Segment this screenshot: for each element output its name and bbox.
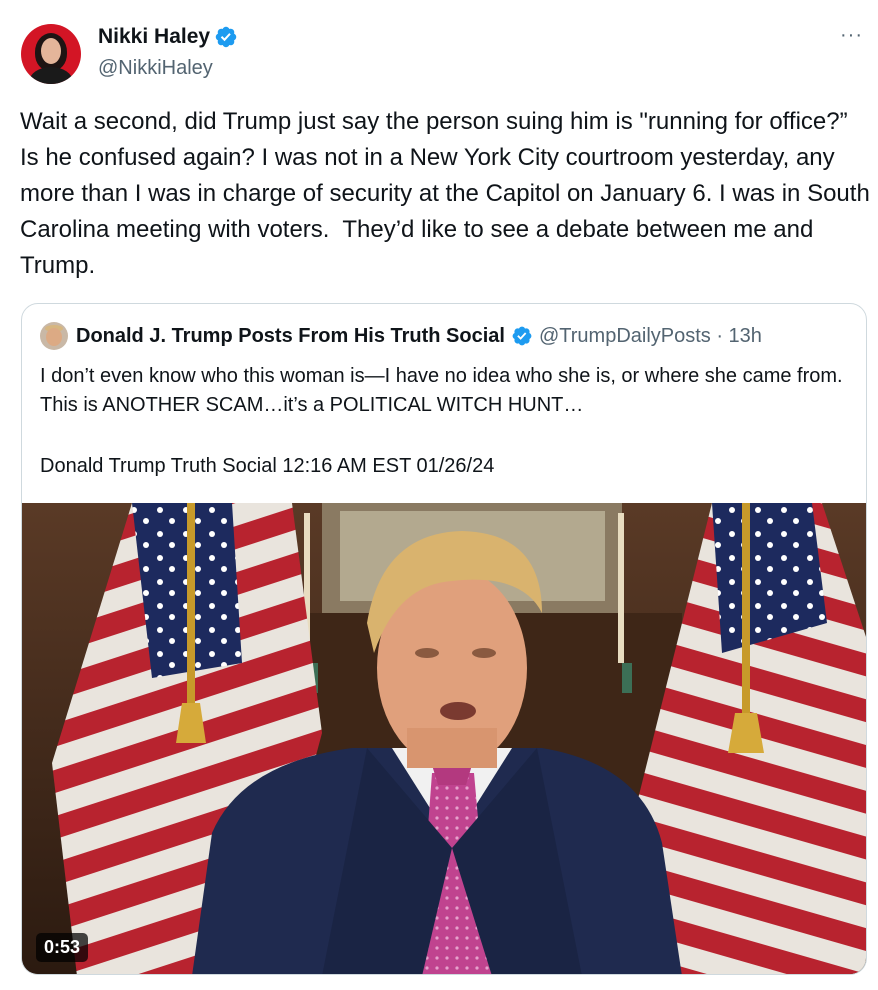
quoted-handle-time: @TrumpDailyPosts · 13h	[538, 324, 762, 347]
author-avatar[interactable]	[21, 24, 81, 84]
verified-badge-icon	[215, 26, 237, 48]
quoted-tweet-signature: Donald Trump Truth Social 12:16 AM EST 0…	[40, 455, 495, 477]
video-thumbnail	[22, 503, 866, 974]
tweet-text: Wait a second, did Trump just say the pe…	[20, 108, 877, 279]
quoted-tweet-text: I don’t even know who this woman is—I ha…	[40, 365, 843, 416]
video-duration-badge: 0:53	[36, 933, 89, 962]
quoted-author-name: Donald J. Trump Posts From His Truth Soc…	[76, 324, 505, 347]
verified-badge-icon	[512, 326, 532, 346]
more-options-icon[interactable]: ···	[840, 24, 863, 47]
author-handle[interactable]: @NikkiHaley	[98, 57, 213, 80]
author-name[interactable]: Nikki Haley	[98, 25, 210, 49]
quoted-tweet[interactable]: Donald J. Trump Posts From His Truth Soc…	[21, 303, 867, 975]
video-player[interactable]: 0:53	[22, 503, 866, 974]
quoted-author-avatar	[40, 322, 68, 350]
author-name-row[interactable]: Nikki Haley	[98, 25, 238, 49]
quoted-tweet-header: Donald J. Trump Posts From His Truth Soc…	[40, 321, 762, 351]
